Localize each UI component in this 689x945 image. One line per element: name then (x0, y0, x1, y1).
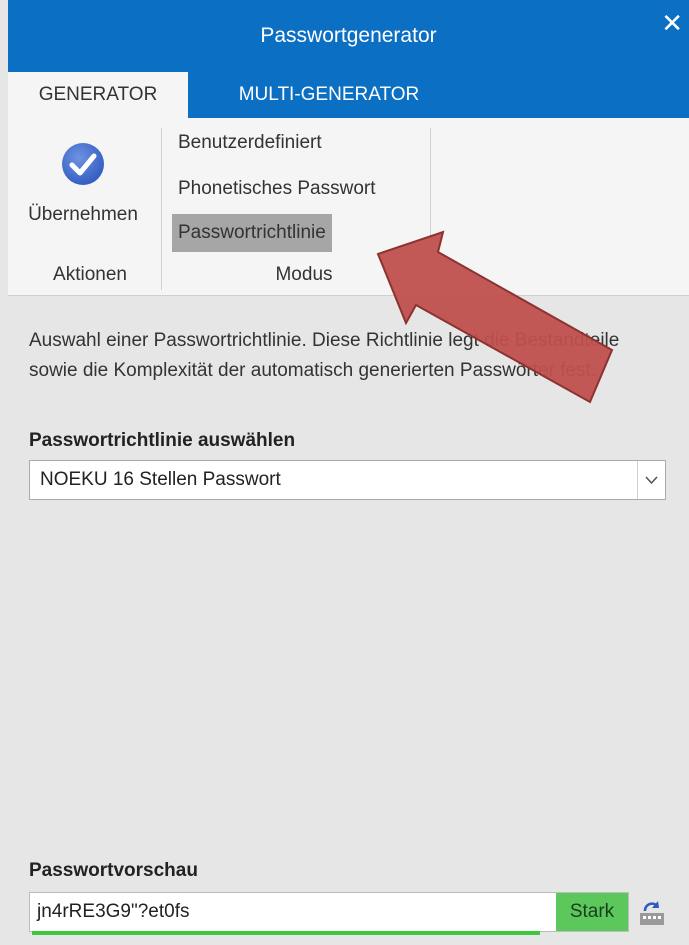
policy-dropdown[interactable]: NOEKU 16 Stellen Passwort (29, 460, 666, 500)
main-content: Auswahl einer Passwortrichtlinie. Diese … (0, 296, 689, 945)
accept-label: Übernehmen (28, 204, 138, 225)
window-title: Passwortgenerator (260, 24, 437, 47)
preview-label: Passwortvorschau (29, 860, 198, 881)
password-preview-value: jn4rRE3G9"?et0fs (37, 901, 190, 922)
title-bar: Passwortgenerator ✕ (8, 0, 689, 72)
regenerate-icon[interactable] (636, 897, 668, 932)
policy-description: Auswahl einer Passwortrichtlinie. Diese … (29, 330, 620, 381)
accept-button[interactable]: Übernehmen (10, 132, 156, 242)
ribbon: Übernehmen Benutzerdefiniert Phonetische… (8, 118, 689, 296)
tab-bar: GENERATOR MULTI-GENERATOR (8, 72, 689, 118)
chevron-down-icon[interactable] (637, 461, 665, 499)
checkmark-circle-icon (62, 143, 104, 185)
tab-generator[interactable]: GENERATOR (8, 72, 188, 118)
mode-password-policy[interactable]: Passwortrichtlinie (172, 214, 332, 252)
group-divider (161, 128, 162, 290)
actions-group-label: Aktionen (53, 264, 127, 285)
strength-badge: Stark (556, 893, 628, 931)
mode-phonetic[interactable]: Phonetisches Passwort (172, 170, 382, 208)
policy-select-label: Passwortrichtlinie auswählen (29, 430, 296, 451)
policy-dropdown-value: NOEKU 16 Stellen Passwort (40, 469, 281, 490)
mode-custom[interactable]: Benutzerdefiniert (172, 124, 328, 162)
close-icon[interactable]: ✕ (661, 10, 683, 36)
mode-group-label: Modus (275, 264, 333, 285)
strength-bar (32, 931, 541, 935)
tab-multi-generator[interactable]: MULTI-GENERATOR (214, 72, 444, 118)
password-preview-field[interactable]: jn4rRE3G9"?et0fs Stark (29, 892, 629, 935)
group-divider (430, 128, 431, 290)
